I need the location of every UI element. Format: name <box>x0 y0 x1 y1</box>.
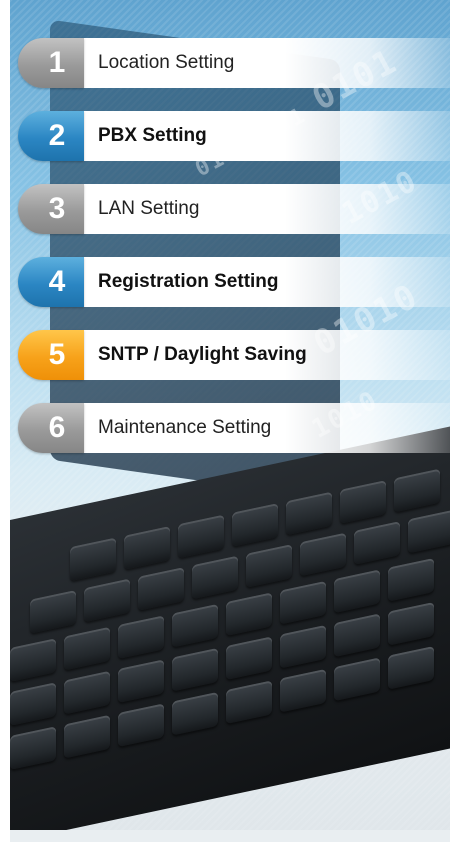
navigation-panel: 0101 1010 01010 0101 101 1010 1 <box>0 0 450 842</box>
menu-item-label: SNTP / Daylight Saving <box>84 330 450 380</box>
step-number-badge: 2 <box>18 111 84 161</box>
menu-item-label: Location Setting <box>84 38 450 88</box>
menu-item-location-setting[interactable]: 1 Location Setting <box>18 38 450 88</box>
step-number-badge: 5 <box>18 330 84 380</box>
menu-item-maintenance-setting[interactable]: 6 Maintenance Setting <box>18 403 450 453</box>
step-number-badge: 1 <box>18 38 84 88</box>
menu-item-lan-setting[interactable]: 3 LAN Setting <box>18 184 450 234</box>
menu-item-sntp-daylight-saving[interactable]: 5 SNTP / Daylight Saving <box>18 330 450 380</box>
desk-surface <box>10 830 450 842</box>
menu-item-label: Maintenance Setting <box>84 403 450 453</box>
menu-item-label: Registration Setting <box>84 257 450 307</box>
step-number-badge: 4 <box>18 257 84 307</box>
menu-item-registration-setting[interactable]: 4 Registration Setting <box>18 257 450 307</box>
keyboard-illustration <box>10 426 450 842</box>
menu-item-label: PBX Setting <box>84 111 450 161</box>
step-number-badge: 3 <box>18 184 84 234</box>
menu-item-pbx-setting[interactable]: 2 PBX Setting <box>18 111 450 161</box>
step-number-badge: 6 <box>18 403 84 453</box>
menu-item-label: LAN Setting <box>84 184 450 234</box>
